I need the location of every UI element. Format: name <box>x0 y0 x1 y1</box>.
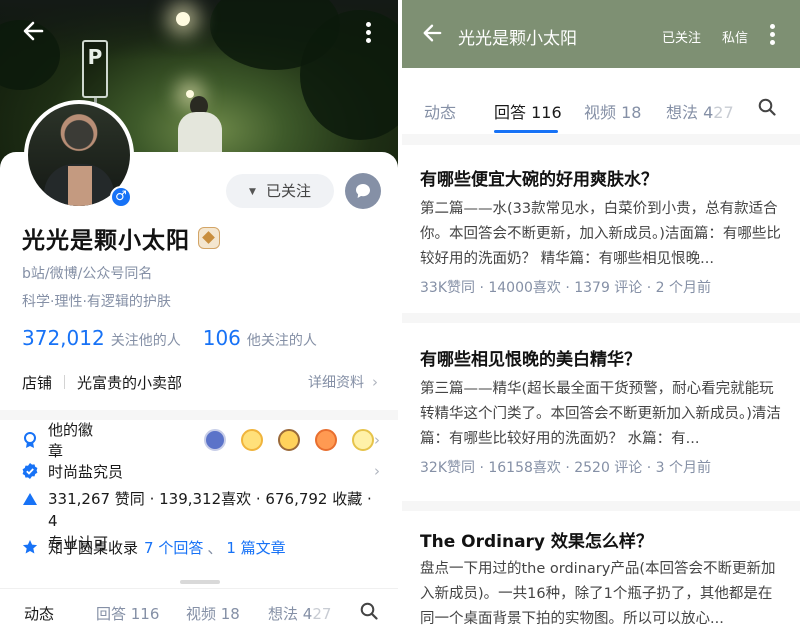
back-arrow-icon[interactable] <box>22 20 44 47</box>
answer-meta: 33K赞同 · 14000喜欢 · 1379 评论 · 2 个月前 <box>420 280 712 296</box>
badge-ribbon-icon <box>24 432 36 448</box>
answer-card[interactable]: The Ordinary 效果怎么样？ 盘点一下用过的the ordinary产… <box>402 511 800 635</box>
profile-name: 光光是颗小太阳 <box>22 228 190 254</box>
following-label[interactable]: 他关注的人 <box>247 330 317 350</box>
creator-level-badge-icon[interactable] <box>198 227 220 249</box>
badge-medals <box>189 429 374 451</box>
more-vertical-icon[interactable] <box>366 22 372 51</box>
answer-excerpt[interactable]: 第二篇——水(33款常见水，白菜价到小贵，总有款适合你。本回答会不断更新，加入新… <box>420 197 782 272</box>
male-gender-icon: ♂ <box>110 186 132 208</box>
answer-card[interactable]: 有哪些便宜大碗的好用爽肤水？ 第二篇——水(33款常见水，白菜价到小贵，总有款适… <box>402 145 800 313</box>
tab-answers[interactable]: 回答 116 <box>96 603 159 624</box>
page-title: 光光是颗小太阳 <box>458 29 577 49</box>
shop-label: 店铺 <box>22 373 53 392</box>
profile-tagline: b站/微博/公众号同名 <box>22 266 153 282</box>
salt-researcher-label: 时尚盐究员 <box>48 462 124 481</box>
answer-card[interactable]: 有哪些相见恨晚的美白精华？ 第三篇——精华(超长最全面干货预警，耐心看完就能玩转… <box>402 323 800 501</box>
chevron-right-icon: › <box>374 431 380 449</box>
star-icon <box>22 540 38 554</box>
medal-icon <box>241 429 263 451</box>
private-message-button[interactable]: 私信 <box>722 27 748 46</box>
followed-button[interactable]: 已关注 <box>662 27 701 46</box>
tab-answers[interactable]: 回答 116 <box>494 99 562 123</box>
follow-stats: 372,012 关注他的人 106 他关注的人 <box>22 326 339 350</box>
tab-thoughts[interactable]: 想法 427 <box>666 99 734 123</box>
active-tab-indicator <box>494 130 558 133</box>
roundtable-articles-link[interactable]: 1 篇文章 <box>226 537 285 558</box>
top-bar: 光光是颗小太阳 已关注 私信 <box>402 0 800 68</box>
right-tab-bar: 动态 回答 116 视频 18 想法 427 <box>402 68 800 134</box>
roundtable-row[interactable]: 知乎圆桌收录 7 个回答 、 1 篇文章 <box>22 536 380 558</box>
drag-handle[interactable] <box>180 580 220 584</box>
answer-excerpt[interactable]: 第三篇——精华(超长最全面干货预警，耐心看完就能玩转精华这个门类了。本回答会不断… <box>420 377 782 452</box>
roundtable-answers-link[interactable]: 7 个回答 <box>144 537 203 558</box>
followers-count[interactable]: 372,012 <box>22 326 105 350</box>
tab-dynamics[interactable]: 动态 <box>24 603 54 624</box>
medal-icon <box>204 429 226 451</box>
medal-icon <box>315 429 337 451</box>
badges-label: 他的徽章 <box>48 421 94 460</box>
shop-name: 光富贵的小卖部 <box>77 373 183 392</box>
achievement-row[interactable]: 331,267 赞同 · 139,312喜欢 · 676,792 收藏 · 4 … <box>22 488 380 552</box>
roundtable-prefix: 知乎圆桌收录 <box>48 538 139 557</box>
back-arrow-icon[interactable] <box>422 21 442 49</box>
answer-question[interactable]: 有哪些相见恨晚的美白精华？ <box>420 345 641 370</box>
parking-sign: P <box>82 40 108 98</box>
chevron-right-icon: › <box>372 373 378 391</box>
left-tab-bar: 动态 回答 116 视频 18 想法 427 <box>0 588 398 635</box>
tab-videos[interactable]: 视频 18 <box>584 99 641 123</box>
profile-bio: 科学·理性·有逻辑的护肤 <box>22 294 171 310</box>
salt-researcher-row[interactable]: 时尚盐究员 › <box>22 460 380 482</box>
tab-videos[interactable]: 视频 18 <box>186 603 240 624</box>
answer-meta: 32K赞同 · 16158喜欢 · 2520 评论 · 3 个月前 <box>420 460 712 476</box>
followed-button[interactable]: ▼ 已关注 <box>226 174 334 208</box>
followers-label[interactable]: 关注他的人 <box>111 330 181 350</box>
tab-dynamics[interactable]: 动态 <box>424 99 456 123</box>
tab-thoughts[interactable]: 想法 427 <box>268 603 331 624</box>
more-vertical-icon[interactable] <box>770 24 776 52</box>
medal-icon <box>278 429 300 451</box>
verified-check-icon <box>22 463 38 479</box>
search-icon[interactable] <box>758 98 776 120</box>
chevron-right-icon: › <box>374 462 380 480</box>
upvote-triangle-icon <box>23 493 37 505</box>
shop-row[interactable]: 店铺 光富贵的小卖部 详细资料 › <box>22 368 378 396</box>
message-button[interactable] <box>345 173 381 209</box>
chat-bubble-icon <box>356 184 370 198</box>
following-count[interactable]: 106 <box>203 326 241 350</box>
answer-question[interactable]: 有哪些便宜大碗的好用爽肤水？ <box>420 165 658 190</box>
answer-excerpt[interactable]: 盘点一下用过的the ordinary产品(本回答会不断更新加入新成员)。一共1… <box>420 557 782 632</box>
badges-row[interactable]: 他的徽章 › <box>22 421 380 460</box>
answer-question[interactable]: The Ordinary 效果怎么样？ <box>420 527 653 552</box>
search-icon[interactable] <box>360 602 378 624</box>
answers-panel: 光光是颗小太阳 已关注 私信 动态 回答 116 视频 18 想法 427 有哪… <box>402 0 800 635</box>
profile-panel: P ♂ ▼ 已关注 光光是颗小太阳 b站/微博/公众号同名 科学·理性·有逻辑的护… <box>0 0 398 635</box>
detail-info-link[interactable]: 详细资料 <box>308 372 364 392</box>
caret-down-icon: ▼ <box>249 187 256 197</box>
medal-icon <box>352 429 374 451</box>
profile-name-row: 光光是颗小太阳 <box>22 223 220 254</box>
